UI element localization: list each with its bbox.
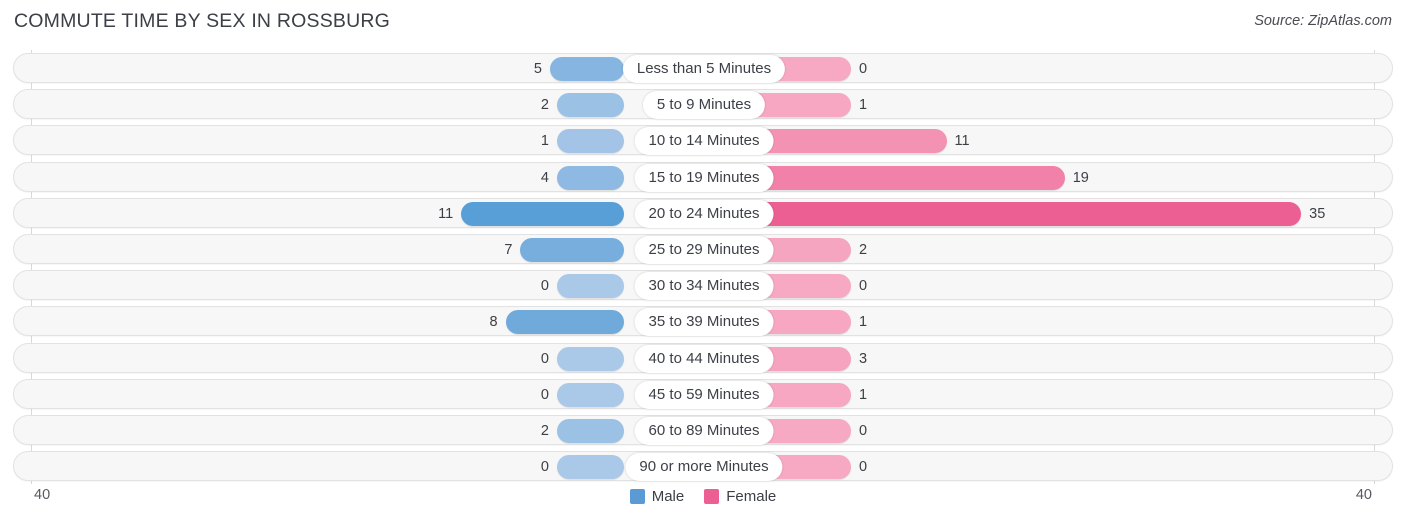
chart-footer: 40 40 Male Female xyxy=(0,484,1406,523)
bar-value-male: 1 xyxy=(540,133,549,150)
bar-value-male: 0 xyxy=(540,386,549,403)
legend-swatch-icon xyxy=(629,489,645,504)
category-label: 10 to 14 Minutes xyxy=(634,127,774,156)
bar-male[interactable] xyxy=(557,93,624,118)
legend-item-female[interactable]: Female xyxy=(704,488,776,505)
legend-label: Female xyxy=(726,488,777,505)
legend-item-male[interactable]: Male xyxy=(629,488,685,505)
category-label: 45 to 59 Minutes xyxy=(634,380,774,409)
chart-row: 7 2 25 to 29 Minutes xyxy=(13,234,1393,264)
chart-row: 4 19 15 to 19 Minutes xyxy=(13,161,1393,192)
category-label: 30 to 34 Minutes xyxy=(634,272,774,301)
bar-value-male: 11 xyxy=(438,205,454,222)
bar-male[interactable] xyxy=(520,238,624,262)
category-label: 40 to 44 Minutes xyxy=(634,344,774,373)
chart-legend: Male Female xyxy=(0,488,1406,505)
bar-value-female: 0 xyxy=(859,459,868,476)
bar-value-female: 0 xyxy=(859,278,868,295)
chart-root: COMMUTE TIME BY SEX IN ROSSBURG Source: … xyxy=(0,0,1406,523)
bar-value-female: 1 xyxy=(859,97,868,114)
category-label: 90 or more Minutes xyxy=(625,453,783,482)
bar-female[interactable] xyxy=(744,201,1302,226)
bar-male[interactable] xyxy=(557,346,624,371)
bar-value-female: 3 xyxy=(859,350,868,367)
category-label: 15 to 19 Minutes xyxy=(634,163,774,192)
bar-value-male: 5 xyxy=(533,61,542,77)
bar-value-female: 1 xyxy=(859,314,868,331)
chart-row: 0 3 40 to 44 Minutes xyxy=(13,342,1393,373)
chart-row: 2 1 5 to 9 Minutes xyxy=(13,89,1393,120)
bar-male[interactable] xyxy=(557,419,624,443)
legend-label: Male xyxy=(651,488,685,505)
bar-value-male: 2 xyxy=(540,97,549,114)
bar-value-male: 4 xyxy=(540,169,549,186)
bar-value-female: 11 xyxy=(954,133,970,150)
bar-male[interactable] xyxy=(505,310,624,335)
bar-value-male: 7 xyxy=(504,242,513,258)
category-label: Less than 5 Minutes xyxy=(622,55,786,83)
bar-male[interactable] xyxy=(557,274,624,299)
bar-male[interactable] xyxy=(557,129,624,154)
bar-value-female: 0 xyxy=(859,61,868,77)
bar-value-male: 8 xyxy=(489,314,498,331)
bar-value-female: 35 xyxy=(1309,205,1326,222)
bar-value-male: 2 xyxy=(540,423,549,439)
page-title: COMMUTE TIME BY SEX IN ROSSBURG xyxy=(14,10,391,32)
chart-row: 8 1 35 to 39 Minutes xyxy=(13,306,1393,337)
bar-value-female: 2 xyxy=(859,242,868,258)
chart-row: 11 35 20 to 24 Minutes xyxy=(13,197,1393,228)
chart-row: 0 1 45 to 59 Minutes xyxy=(13,378,1393,409)
chart-row: 0 0 30 to 34 Minutes xyxy=(13,270,1393,301)
chart-row: 5 0 Less than 5 Minutes xyxy=(13,53,1393,83)
chart-row: 2 0 60 to 89 Minutes xyxy=(13,415,1393,445)
category-label: 25 to 29 Minutes xyxy=(634,236,774,264)
bar-male[interactable] xyxy=(461,201,624,226)
category-label: 60 to 89 Minutes xyxy=(634,417,774,445)
chart-row: 1 11 10 to 14 Minutes xyxy=(13,125,1393,156)
bar-female[interactable] xyxy=(744,165,1065,190)
bar-male[interactable] xyxy=(557,165,624,190)
source-attribution: Source: ZipAtlas.com xyxy=(1254,13,1392,29)
category-label: 35 to 39 Minutes xyxy=(634,308,774,337)
category-label: 5 to 9 Minutes xyxy=(642,91,766,120)
bar-female[interactable] xyxy=(744,129,947,154)
bar-value-female: 0 xyxy=(859,423,868,439)
bar-male[interactable] xyxy=(550,57,624,81)
bar-value-male: 0 xyxy=(540,350,549,367)
bar-male[interactable] xyxy=(557,382,624,407)
chart-row: 0 0 90 or more Minutes xyxy=(13,451,1393,482)
bar-value-female: 19 xyxy=(1072,169,1089,186)
legend-swatch-icon xyxy=(704,489,720,504)
bar-value-male: 0 xyxy=(540,278,549,295)
bar-value-female: 1 xyxy=(859,386,868,403)
bar-value-male: 0 xyxy=(540,459,549,476)
bar-male[interactable] xyxy=(557,455,624,480)
chart-plot-area: 5 0 Less than 5 Minutes 2 1 5 to 9 Minutes 1 11… xyxy=(0,50,1406,484)
category-label: 20 to 24 Minutes xyxy=(634,199,774,228)
